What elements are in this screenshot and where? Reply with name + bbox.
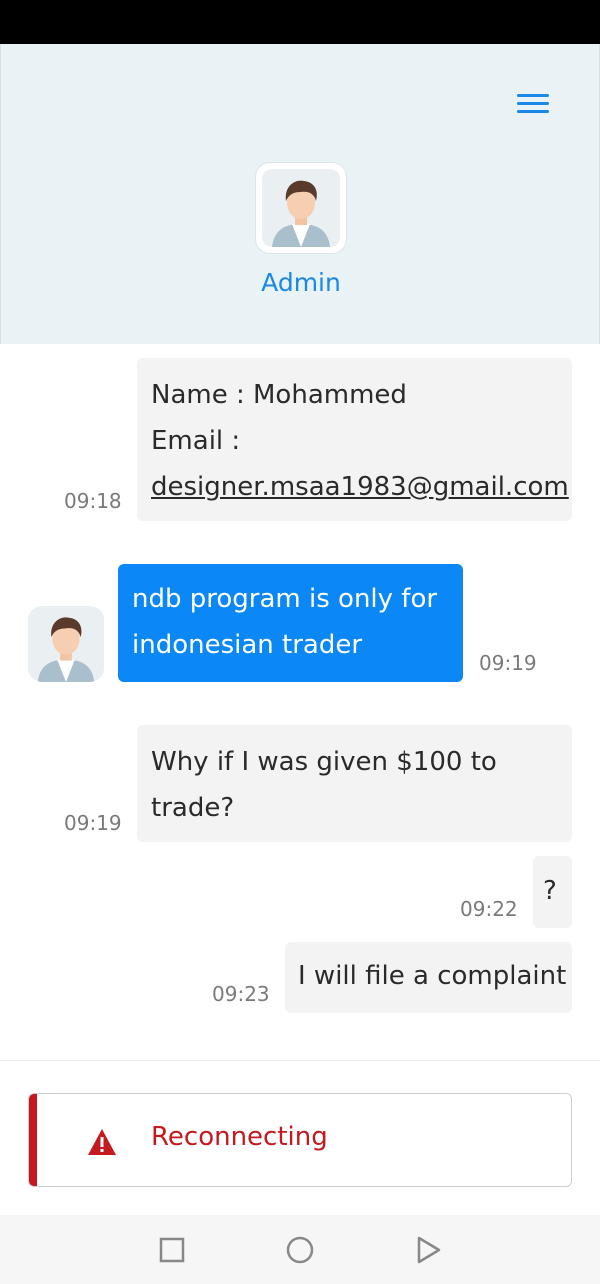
email-link[interactable]: designer.msaa1983@gmail.com	[151, 464, 572, 510]
square-icon[interactable]	[155, 1233, 189, 1267]
hamburger-menu-icon[interactable]	[513, 90, 553, 118]
message-timestamp: 09:23	[212, 982, 270, 1006]
message-text: I will file a complaint	[298, 961, 567, 991]
person-avatar-icon	[272, 180, 330, 247]
admin-name: Admin	[261, 268, 341, 297]
chat-header: Admin	[0, 44, 600, 344]
message-timestamp: 09:18	[64, 489, 122, 513]
message-text: ndb program is only for	[132, 584, 438, 614]
message-timestamp: 09:22	[460, 897, 518, 921]
message-bubble-incoming[interactable]: Name : Mohammed Email : designer.msaa198…	[137, 358, 572, 521]
message-list[interactable]: Name : Mohammed Email : designer.msaa198…	[0, 344, 600, 1060]
warning-icon	[88, 1129, 116, 1155]
message-timestamp: 09:19	[479, 651, 537, 675]
message-timestamp: 09:19	[64, 811, 122, 835]
triangle-icon[interactable]	[411, 1233, 445, 1267]
message-text: Email :	[151, 426, 241, 456]
message-bubble-incoming[interactable]: ?	[533, 856, 572, 928]
toast-message: Reconnecting	[151, 1122, 328, 1152]
circle-icon[interactable]	[283, 1233, 317, 1267]
admin-avatar-small[interactable]	[28, 606, 104, 682]
message-text: trade?	[151, 793, 235, 823]
reconnecting-toast: Reconnecting	[28, 1093, 572, 1187]
status-bar	[0, 0, 600, 44]
message-text: Why if I was given $100 to	[151, 747, 497, 777]
message-bubble-incoming[interactable]: Why if I was given $100 to trade?	[137, 725, 572, 842]
message-bubble-incoming[interactable]: I will file a complaint	[285, 942, 572, 1013]
message-bubble-outgoing[interactable]: ndb program is only for indonesian trade…	[118, 564, 463, 682]
message-text: indonesian trader	[132, 630, 363, 660]
admin-avatar[interactable]	[256, 163, 346, 253]
system-navigation-bar	[0, 1215, 600, 1284]
toast-accent-bar	[29, 1094, 37, 1186]
message-text: Name : Mohammed	[151, 380, 407, 410]
message-text: ?	[543, 876, 557, 906]
person-avatar-icon	[37, 617, 95, 682]
